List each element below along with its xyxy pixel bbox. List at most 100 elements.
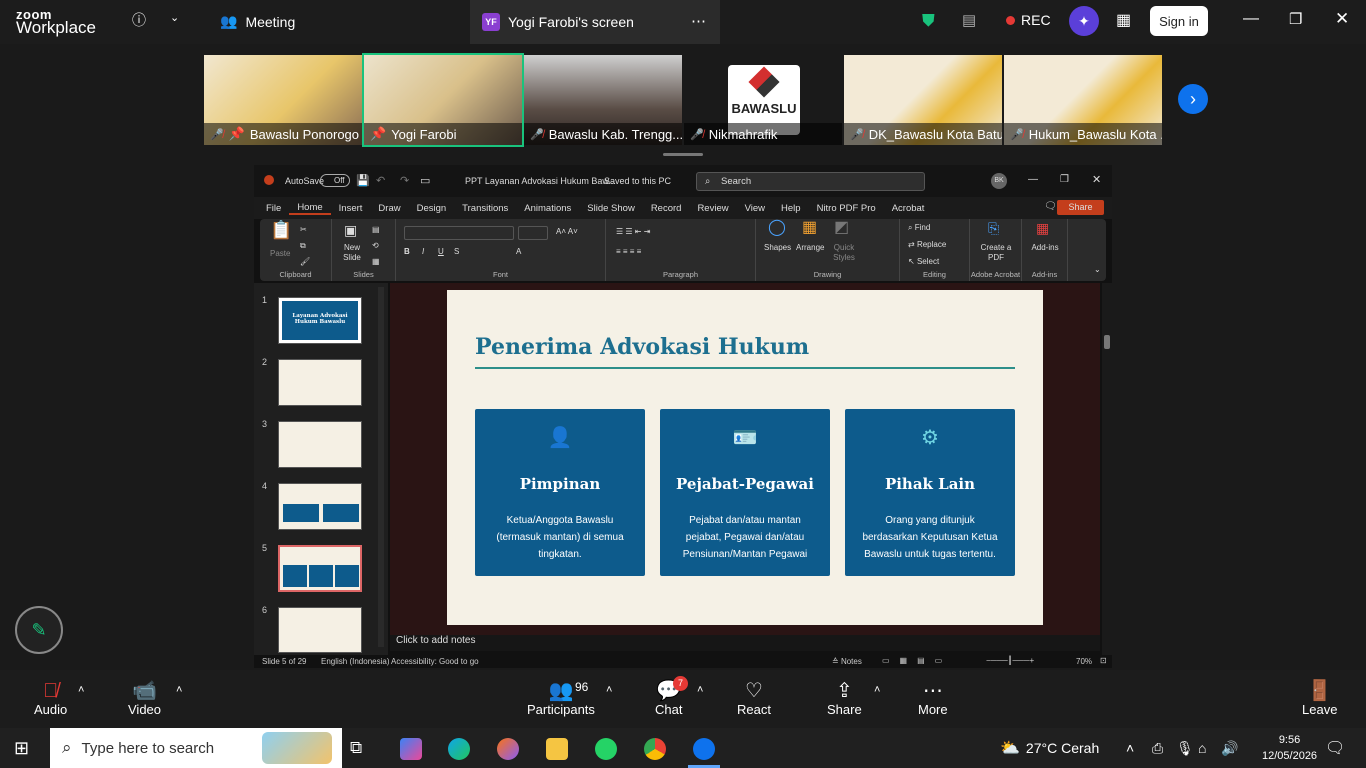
tab-transitions[interactable]: Transitions xyxy=(454,203,516,214)
paste-button[interactable]: Paste xyxy=(270,249,290,259)
share-button[interactable]: Share xyxy=(1057,200,1104,215)
font-name-dropdown[interactable] xyxy=(404,226,514,240)
more-options-icon[interactable]: ⋯ xyxy=(691,12,706,30)
video-button[interactable]: 📹 Video xyxy=(128,680,161,717)
tab-insert[interactable]: Insert xyxy=(331,203,371,214)
whatsapp-icon[interactable] xyxy=(595,738,617,760)
react-button[interactable]: ♡ React xyxy=(737,680,771,717)
network-icon[interactable]: ⌂ xyxy=(1198,728,1206,768)
format-painter-icon[interactable]: 🖌 xyxy=(300,257,310,267)
chevron-down-icon[interactable]: ⌄ xyxy=(170,11,179,24)
chrome-icon[interactable] xyxy=(644,738,666,760)
participant-tile[interactable]: 🎤̸ Bawaslu Kab. Trengg... xyxy=(524,55,682,145)
zoom-level[interactable]: 70% xyxy=(1076,657,1092,666)
fit-slide-icon[interactable]: ⊡ xyxy=(1100,656,1107,665)
italic-icon[interactable]: I xyxy=(422,247,424,257)
addins-button[interactable]: Add-ins xyxy=(1028,243,1062,253)
annotate-pen-button[interactable]: ✎ xyxy=(15,606,63,654)
audio-options-chevron-icon[interactable]: ˄ xyxy=(78,684,84,696)
slide-thumbnail[interactable]: Layanan Advokasi Hukum Bawaslu xyxy=(278,297,362,344)
create-pdf-button[interactable]: Create a PDF xyxy=(976,243,1016,263)
minimize-icon[interactable]: — xyxy=(1028,174,1038,185)
notes-toggle[interactable]: ≙ Notes xyxy=(832,657,862,666)
current-slide[interactable]: Penerima Advokasi Hukum 👤 Pimpinan Ketua… xyxy=(447,290,1043,625)
slide-thumbnail[interactable] xyxy=(278,483,362,530)
minimize-icon[interactable]: — xyxy=(1243,10,1259,28)
tab-acrobat[interactable]: Acrobat xyxy=(884,203,933,214)
copy-icon[interactable]: ⧉ xyxy=(300,241,306,251)
copilot-icon[interactable] xyxy=(400,738,422,760)
close-icon[interactable]: ✕ xyxy=(1335,9,1349,29)
tray-chevron-icon[interactable]: ˄ xyxy=(1126,728,1134,768)
section-icon[interactable]: ▦ xyxy=(372,257,380,267)
create-pdf-icon[interactable]: ⎘ xyxy=(988,221,999,235)
slide-thumbnail[interactable] xyxy=(278,359,362,406)
arrange-icon[interactable]: ▦ xyxy=(802,220,817,236)
thumbnail-scrollbar[interactable] xyxy=(378,287,384,647)
microphone-icon[interactable]: 🎙 xyxy=(1176,728,1194,768)
sign-in-button[interactable]: Sign in xyxy=(1150,6,1208,36)
video-options-chevron-icon[interactable]: ˄ xyxy=(176,684,182,696)
tab-home[interactable]: Home xyxy=(289,202,331,215)
volume-icon[interactable]: 🔊 xyxy=(1221,728,1238,768)
info-icon[interactable]: ⓘ xyxy=(132,10,146,30)
collapse-ribbon-icon[interactable]: ⌄ xyxy=(1094,265,1101,275)
addins-icon[interactable]: ▦ xyxy=(1036,221,1049,235)
document-title[interactable]: PPT Layanan Advokasi Hukum Baw... xyxy=(465,176,616,186)
search-box[interactable]: ⌕ Search xyxy=(696,172,925,191)
layout-icon[interactable]: ▤ xyxy=(372,225,380,235)
shapes-icon[interactable]: ◯ xyxy=(768,220,786,236)
tab-nitro[interactable]: Nitro PDF Pro xyxy=(809,203,884,214)
chat-button[interactable]: 💬 Chat 7 xyxy=(655,676,688,717)
tab-help[interactable]: Help xyxy=(773,203,809,214)
participant-tile[interactable]: 🎤̸ Hukum_Bawaslu Kota ... xyxy=(1004,55,1162,145)
participant-tile[interactable]: BAWASLU 🎤̸ Nikmahrafik xyxy=(684,55,842,145)
tab-slide-show[interactable]: Slide Show xyxy=(579,203,643,214)
more-button[interactable]: ⋯ More xyxy=(918,680,948,717)
new-slide-button[interactable]: New Slide xyxy=(338,243,366,263)
meet-now-icon[interactable]: ⎙ xyxy=(1152,728,1163,768)
task-view-icon[interactable]: ⧉ xyxy=(350,738,362,758)
tab-design[interactable]: Design xyxy=(409,203,455,214)
notes-pane[interactable]: Click to add notes xyxy=(390,635,1100,651)
tab-record[interactable]: Record xyxy=(643,203,690,214)
document-icon[interactable]: ▤ xyxy=(962,11,976,29)
file-explorer-icon[interactable] xyxy=(546,738,568,760)
next-page-arrow-icon[interactable]: › xyxy=(1178,84,1208,114)
windows-start-icon[interactable]: ⊞ xyxy=(14,738,29,759)
reset-icon[interactable]: ⟲ xyxy=(372,241,379,251)
select-button[interactable]: ↖ Select xyxy=(908,257,939,267)
notifications-icon[interactable]: 🗨 xyxy=(1325,728,1345,768)
cut-icon[interactable]: ✂ xyxy=(300,225,307,235)
user-avatar[interactable]: BK xyxy=(991,173,1007,189)
restore-icon[interactable]: ❐ xyxy=(1060,174,1069,185)
zoom-app-icon[interactable] xyxy=(693,738,715,760)
participant-tile[interactable]: 🎤̸ 📌 Bawaslu Ponorogo xyxy=(204,55,362,145)
participant-tile[interactable]: 🎤̸ DK_Bawaslu Kota Batu xyxy=(844,55,1002,145)
tab-file[interactable]: File xyxy=(254,203,289,214)
bullets-icon[interactable]: ☰ ☰ ⇤ ⇥ xyxy=(616,227,650,237)
quick-styles-icon[interactable]: ◩ xyxy=(834,220,849,236)
shield-icon[interactable]: ⛊ xyxy=(922,11,935,31)
redo-icon[interactable]: ↷ xyxy=(400,174,409,187)
meeting-tab[interactable]: 👥 Meeting xyxy=(220,13,295,30)
paste-icon[interactable]: 📋 xyxy=(270,221,292,239)
ai-companion-icon[interactable]: ✦ xyxy=(1069,6,1099,36)
autosave-toggle[interactable]: Off xyxy=(320,174,350,187)
slide-thumbnail[interactable] xyxy=(278,421,362,468)
split-handle[interactable] xyxy=(663,153,703,156)
audio-button[interactable]: 🎙̸ Audio xyxy=(34,680,67,717)
font-color-icon[interactable]: A xyxy=(516,247,521,257)
chat-options-chevron-icon[interactable]: ˄ xyxy=(697,684,703,696)
slide-scrollbar[interactable] xyxy=(1102,283,1112,655)
grow-font-icon[interactable]: A˄ A˅ xyxy=(556,227,578,237)
tab-animations[interactable]: Animations xyxy=(516,203,579,214)
close-icon[interactable]: ✕ xyxy=(1092,173,1101,186)
share-options-chevron-icon[interactable]: ˄ xyxy=(874,684,880,696)
language-status[interactable]: English (Indonesia) xyxy=(321,657,389,666)
leave-button[interactable]: 🚪 Leave xyxy=(1302,680,1337,717)
shapes-button[interactable]: Shapes xyxy=(764,243,791,253)
apps-grid-icon[interactable]: ▦ xyxy=(1116,10,1131,30)
restore-icon[interactable]: ❐ xyxy=(1289,10,1302,28)
screen-share-tab[interactable]: YF Yogi Farobi's screen ⋯ xyxy=(470,0,720,44)
